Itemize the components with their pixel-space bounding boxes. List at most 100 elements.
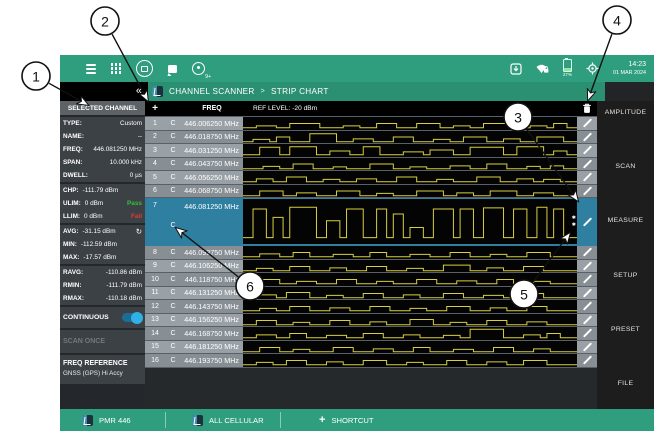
field-value: -31.15 dBm [83, 228, 116, 235]
wifi-lock-icon [536, 63, 549, 74]
channel-row[interactable]: 5C446.056250 MHz [145, 171, 597, 185]
strip-chart-cell[interactable] [243, 171, 577, 184]
shortcut-all-cellular[interactable]: ALL CELLULAR [166, 409, 280, 431]
message-icon[interactable] [168, 65, 177, 73]
field-value: 0 dBm [84, 213, 102, 220]
channel-row-selected[interactable]: 7C446.081250 MHz✱✱ [145, 198, 597, 246]
strip-chart-cell[interactable] [243, 158, 577, 171]
freq-reference-button[interactable]: FREQ REFERENCE GNSS (GPS) Hi Accy [60, 355, 145, 384]
channel-row[interactable]: 13C446.156250 MHz [145, 314, 597, 328]
menu-icon[interactable] [86, 64, 96, 74]
edit-channel-button[interactable] [577, 171, 597, 184]
panel-field-row: DWELL:0 µs [60, 169, 145, 182]
channel-number: 16 [145, 354, 165, 367]
panel-field-row: NAME:-- [60, 130, 145, 143]
date-label: 01 MAR 2024 [613, 70, 646, 77]
pencil-icon [582, 186, 591, 195]
channel-row[interactable]: 9C446.106250 MHz [145, 260, 597, 274]
sidebar-item-amplitude[interactable]: AMPLITUDE [597, 109, 654, 116]
strip-chart-cell[interactable] [243, 273, 577, 286]
status-bar-right: 27% 14:23 01 MAR 2024 [510, 59, 654, 78]
add-shortcut-button[interactable]: + SHORTCUT [281, 409, 374, 431]
add-channel-button[interactable]: + [145, 101, 165, 116]
restart-average-icon[interactable]: ↻ [136, 228, 142, 236]
sidebar-item-scan[interactable]: SCAN [597, 163, 654, 170]
strip-chart-cell[interactable] [243, 246, 577, 259]
time-label: 14:23 [628, 61, 646, 70]
channel-number: 1 [145, 117, 165, 130]
scan-once-button[interactable]: SCAN ONCE [60, 330, 145, 353]
strip-chart-cell[interactable] [243, 185, 577, 198]
channel-row[interactable]: 14C446.168750 MHz [145, 327, 597, 341]
channel-type-tag: C [165, 314, 181, 327]
edit-channel-button[interactable] [577, 260, 597, 273]
strip-chart-cell[interactable] [243, 117, 577, 130]
edit-channel-button[interactable] [577, 341, 597, 354]
sidebar-item-setup[interactable]: SETUP [597, 272, 654, 279]
edit-channel-button[interactable] [577, 158, 597, 171]
edit-channel-button[interactable] [577, 131, 597, 144]
field-value: 0 dBm [85, 200, 103, 207]
channel-row[interactable]: 8C446.093750 MHz [145, 246, 597, 260]
panel-field-row: AVG:-31.15 dBm↻ [60, 225, 145, 238]
channel-row[interactable]: 6C446.068750 MHz [145, 185, 597, 199]
sidebar-item-preset[interactable]: PRESET [597, 326, 654, 333]
strip-chart-cell[interactable] [243, 131, 577, 144]
channel-row[interactable]: 4C446.043750 MHz [145, 158, 597, 172]
field-label: MIN: [63, 241, 77, 248]
strip-chart-cell[interactable] [243, 354, 577, 367]
channel-frequency: 446.006250 MHz [181, 117, 243, 130]
edit-channel-button[interactable] [577, 287, 597, 300]
channel-number: 13 [145, 314, 165, 327]
strip-chart-cell[interactable] [243, 260, 577, 273]
channel-row[interactable]: 1C446.006250 MHz [145, 117, 597, 131]
channel-row[interactable]: 11C446.131250 MHz [145, 287, 597, 301]
strip-marker-icon: ✱ [572, 223, 576, 228]
sidebar-item-measure[interactable]: MEASURE [597, 217, 654, 224]
channel-row[interactable]: 15C446.181250 MHz [145, 341, 597, 355]
edit-channel-button[interactable] [577, 354, 597, 367]
edit-channel-button[interactable] [577, 144, 597, 157]
strip-chart-cell[interactable] [243, 327, 577, 340]
shortcut-pmr446[interactable]: PMR 446 [60, 409, 165, 431]
freq-reference-label: FREQ REFERENCE [63, 360, 142, 367]
channel-number: 3 [145, 144, 165, 157]
strip-chart-cell[interactable] [243, 300, 577, 313]
notifications-icon[interactable]: 9+ [192, 62, 205, 75]
field-value: -17.57 dBm [83, 254, 116, 261]
channel-row[interactable]: 2C446.018750 MHz [145, 131, 597, 145]
edit-channel-button[interactable] [577, 300, 597, 313]
edit-channel-button[interactable] [577, 117, 597, 130]
strip-chart-cell[interactable] [243, 287, 577, 300]
camera-icon[interactable] [136, 60, 153, 77]
strip-chart-cell[interactable] [243, 144, 577, 157]
collapse-panel-button[interactable]: « [136, 86, 142, 97]
edit-channel-button[interactable] [577, 185, 597, 198]
channel-number: 8 [145, 246, 165, 259]
channel-frequency: 446.081250 MHz [181, 198, 243, 245]
delete-channels-button[interactable] [577, 101, 597, 116]
strip-chart-cell[interactable] [243, 341, 577, 354]
edit-channel-button[interactable] [577, 327, 597, 340]
menu-sidebar: AMPLITUDE SCAN MEASURE SETUP PRESET FILE [597, 101, 654, 409]
continuous-toggle[interactable] [122, 313, 142, 322]
strip-marker-icons[interactable]: ✱✱ [572, 216, 576, 228]
channel-row[interactable]: 3C446.031250 MHz [145, 144, 597, 158]
edit-channel-button[interactable] [577, 246, 597, 259]
clock: 14:23 01 MAR 2024 [613, 61, 646, 77]
pencil-icon [582, 173, 591, 182]
panel-field-row: MIN:-112.59 dBm [60, 238, 145, 251]
sidebar-item-file[interactable]: FILE [597, 380, 654, 387]
apps-grid-icon[interactable] [111, 63, 121, 73]
edit-channel-button[interactable] [577, 273, 597, 286]
channel-row[interactable]: 10C446.118750 MHz [145, 273, 597, 287]
edit-channel-button[interactable] [577, 198, 597, 245]
strip-chart-cell[interactable]: ✱✱ [243, 198, 577, 245]
channel-type-tag: C [165, 327, 181, 340]
download-icon[interactable] [510, 63, 522, 75]
channel-row[interactable]: 16C446.193750 MHz [145, 354, 597, 368]
strip-chart-cell[interactable] [243, 314, 577, 327]
channel-row[interactable]: 12C446.143750 MHz [145, 300, 597, 314]
edit-channel-button[interactable] [577, 314, 597, 327]
channel-type-tag: C [165, 287, 181, 300]
